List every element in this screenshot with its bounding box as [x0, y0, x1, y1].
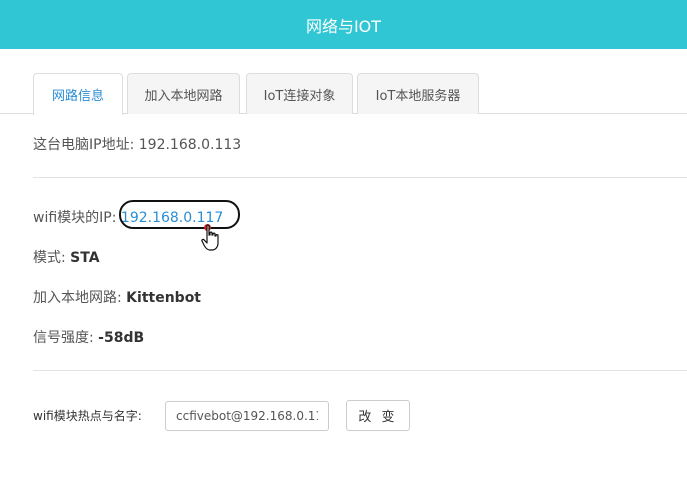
mode-label: 模式:: [33, 250, 71, 266]
tab-label: IoT本地服务器: [375, 88, 461, 104]
tab-bar: 网路信息 加入本地网路 IoT连接对象 IoT本地服务器: [0, 73, 687, 115]
signal-value: -58dB: [98, 330, 145, 346]
change-button[interactable]: 改 变: [346, 400, 410, 431]
signal-row: 信号强度: -58dB: [33, 327, 144, 347]
tab-join-local-network[interactable]: 加入本地网路: [127, 73, 240, 114]
tab-label: 加入本地网路: [144, 88, 223, 104]
pointer-hand-icon: [201, 224, 219, 251]
divider: [33, 370, 687, 371]
tab-label: IoT连接对象: [263, 88, 336, 104]
mode-value: STA: [70, 250, 100, 266]
pc-ip-value: 192.168.0.113: [138, 137, 242, 153]
tab-network-info[interactable]: 网路信息: [33, 73, 123, 115]
hotspot-name-input[interactable]: [165, 401, 329, 431]
divider: [33, 177, 687, 178]
mode-row: 模式: STA: [33, 247, 100, 267]
wifi-ip-label: wifi模块的IP:: [33, 210, 121, 226]
local-network-label: 加入本地网路:: [33, 290, 127, 306]
window-title: 网络与IOT: [305, 16, 382, 36]
local-network-value: Kittenbot: [126, 290, 201, 306]
signal-label: 信号强度:: [33, 330, 99, 346]
titlebar: 网络与IOT: [0, 0, 687, 49]
local-network-row: 加入本地网路: Kittenbot: [33, 287, 201, 307]
tab-iot-local-server[interactable]: IoT本地服务器: [357, 73, 479, 114]
pc-ip-label: 这台电脑IP地址:: [33, 137, 139, 153]
pc-ip-row: 这台电脑IP地址: 192.168.0.113: [33, 134, 241, 154]
hotspot-label: wifi模块热点与名字:: [33, 409, 142, 423]
tab-iot-connections[interactable]: IoT连接对象: [246, 73, 353, 114]
tab-label: 网路信息: [51, 89, 104, 104]
